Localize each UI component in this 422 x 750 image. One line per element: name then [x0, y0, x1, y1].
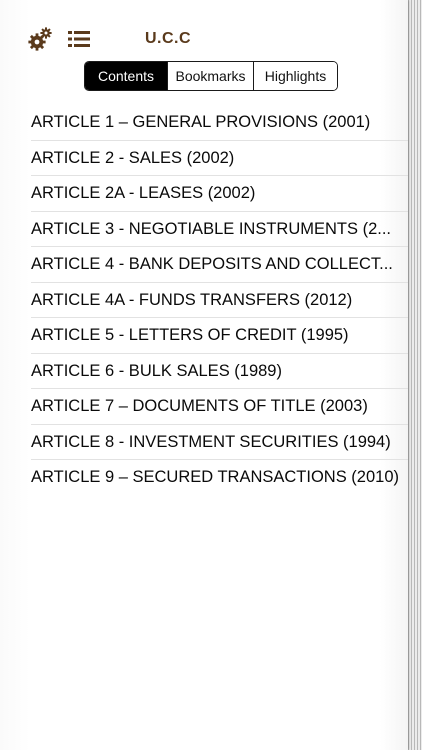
gears-icon — [28, 27, 52, 51]
tab-highlights[interactable]: Highlights — [253, 62, 337, 90]
article-label: ARTICLE 7 – DOCUMENTS OF TITLE (2003) — [31, 397, 368, 415]
article-row-4a[interactable]: ARTICLE 4A - FUNDS TRANSFERS (2012) — [0, 283, 408, 319]
toolbar: U.C.C — [0, 24, 408, 54]
article-row-9[interactable]: ARTICLE 9 – SECURED TRANSACTIONS (2010) — [0, 460, 408, 496]
list-icon — [68, 31, 90, 47]
book-title: U.C.C — [145, 30, 192, 47]
book-page: U.C.C Contents Bookmarks Highlights ARTI… — [0, 0, 408, 750]
article-row-5[interactable]: ARTICLE 5 - LETTERS OF CREDIT (1995) — [0, 318, 408, 354]
article-label: ARTICLE 2A - LEASES (2002) — [31, 184, 256, 202]
page-stack-edge — [406, 0, 422, 750]
article-label: ARTICLE 3 - NEGOTIABLE INSTRUMENTS (2... — [31, 219, 392, 238]
article-label: ARTICLE 5 - LETTERS OF CREDIT (1995) — [31, 326, 349, 344]
article-row-3[interactable]: ARTICLE 3 - NEGOTIABLE INSTRUMENTS (2... — [0, 212, 408, 248]
contents-list: ARTICLE 1 – GENERAL PROVISIONS (2001) AR… — [0, 105, 408, 496]
article-label: ARTICLE 1 – GENERAL PROVISIONS (2001) — [31, 113, 371, 131]
article-row-1[interactable]: ARTICLE 1 – GENERAL PROVISIONS (2001) — [0, 105, 408, 141]
article-label: ARTICLE 6 - BULK SALES (1989) — [31, 361, 282, 380]
view-segmented-control: Contents Bookmarks Highlights — [84, 61, 338, 91]
article-row-7[interactable]: ARTICLE 7 – DOCUMENTS OF TITLE (2003) — [0, 389, 408, 425]
article-label: ARTICLE 9 – SECURED TRANSACTIONS (2010) — [31, 468, 399, 486]
article-row-6[interactable]: ARTICLE 6 - BULK SALES (1989) — [0, 354, 408, 390]
tab-contents[interactable]: Contents — [85, 62, 167, 90]
article-row-2[interactable]: ARTICLE 2 - SALES (2002) — [0, 141, 408, 177]
article-label: ARTICLE 4 - BANK DEPOSITS AND COLLECT... — [31, 255, 393, 273]
article-label: ARTICLE 8 - INVESTMENT SECURITIES (1994) — [31, 432, 391, 451]
article-row-2a[interactable]: ARTICLE 2A - LEASES (2002) — [0, 176, 408, 212]
article-label: ARTICLE 2 - SALES (2002) — [31, 148, 235, 167]
article-label: ARTICLE 4A - FUNDS TRANSFERS (2012) — [31, 290, 353, 309]
settings-button[interactable] — [25, 24, 55, 54]
toc-button[interactable] — [64, 24, 94, 54]
article-row-8[interactable]: ARTICLE 8 - INVESTMENT SECURITIES (1994) — [0, 425, 408, 461]
tab-bookmarks[interactable]: Bookmarks — [167, 62, 253, 90]
article-row-4[interactable]: ARTICLE 4 - BANK DEPOSITS AND COLLECT... — [0, 247, 408, 283]
